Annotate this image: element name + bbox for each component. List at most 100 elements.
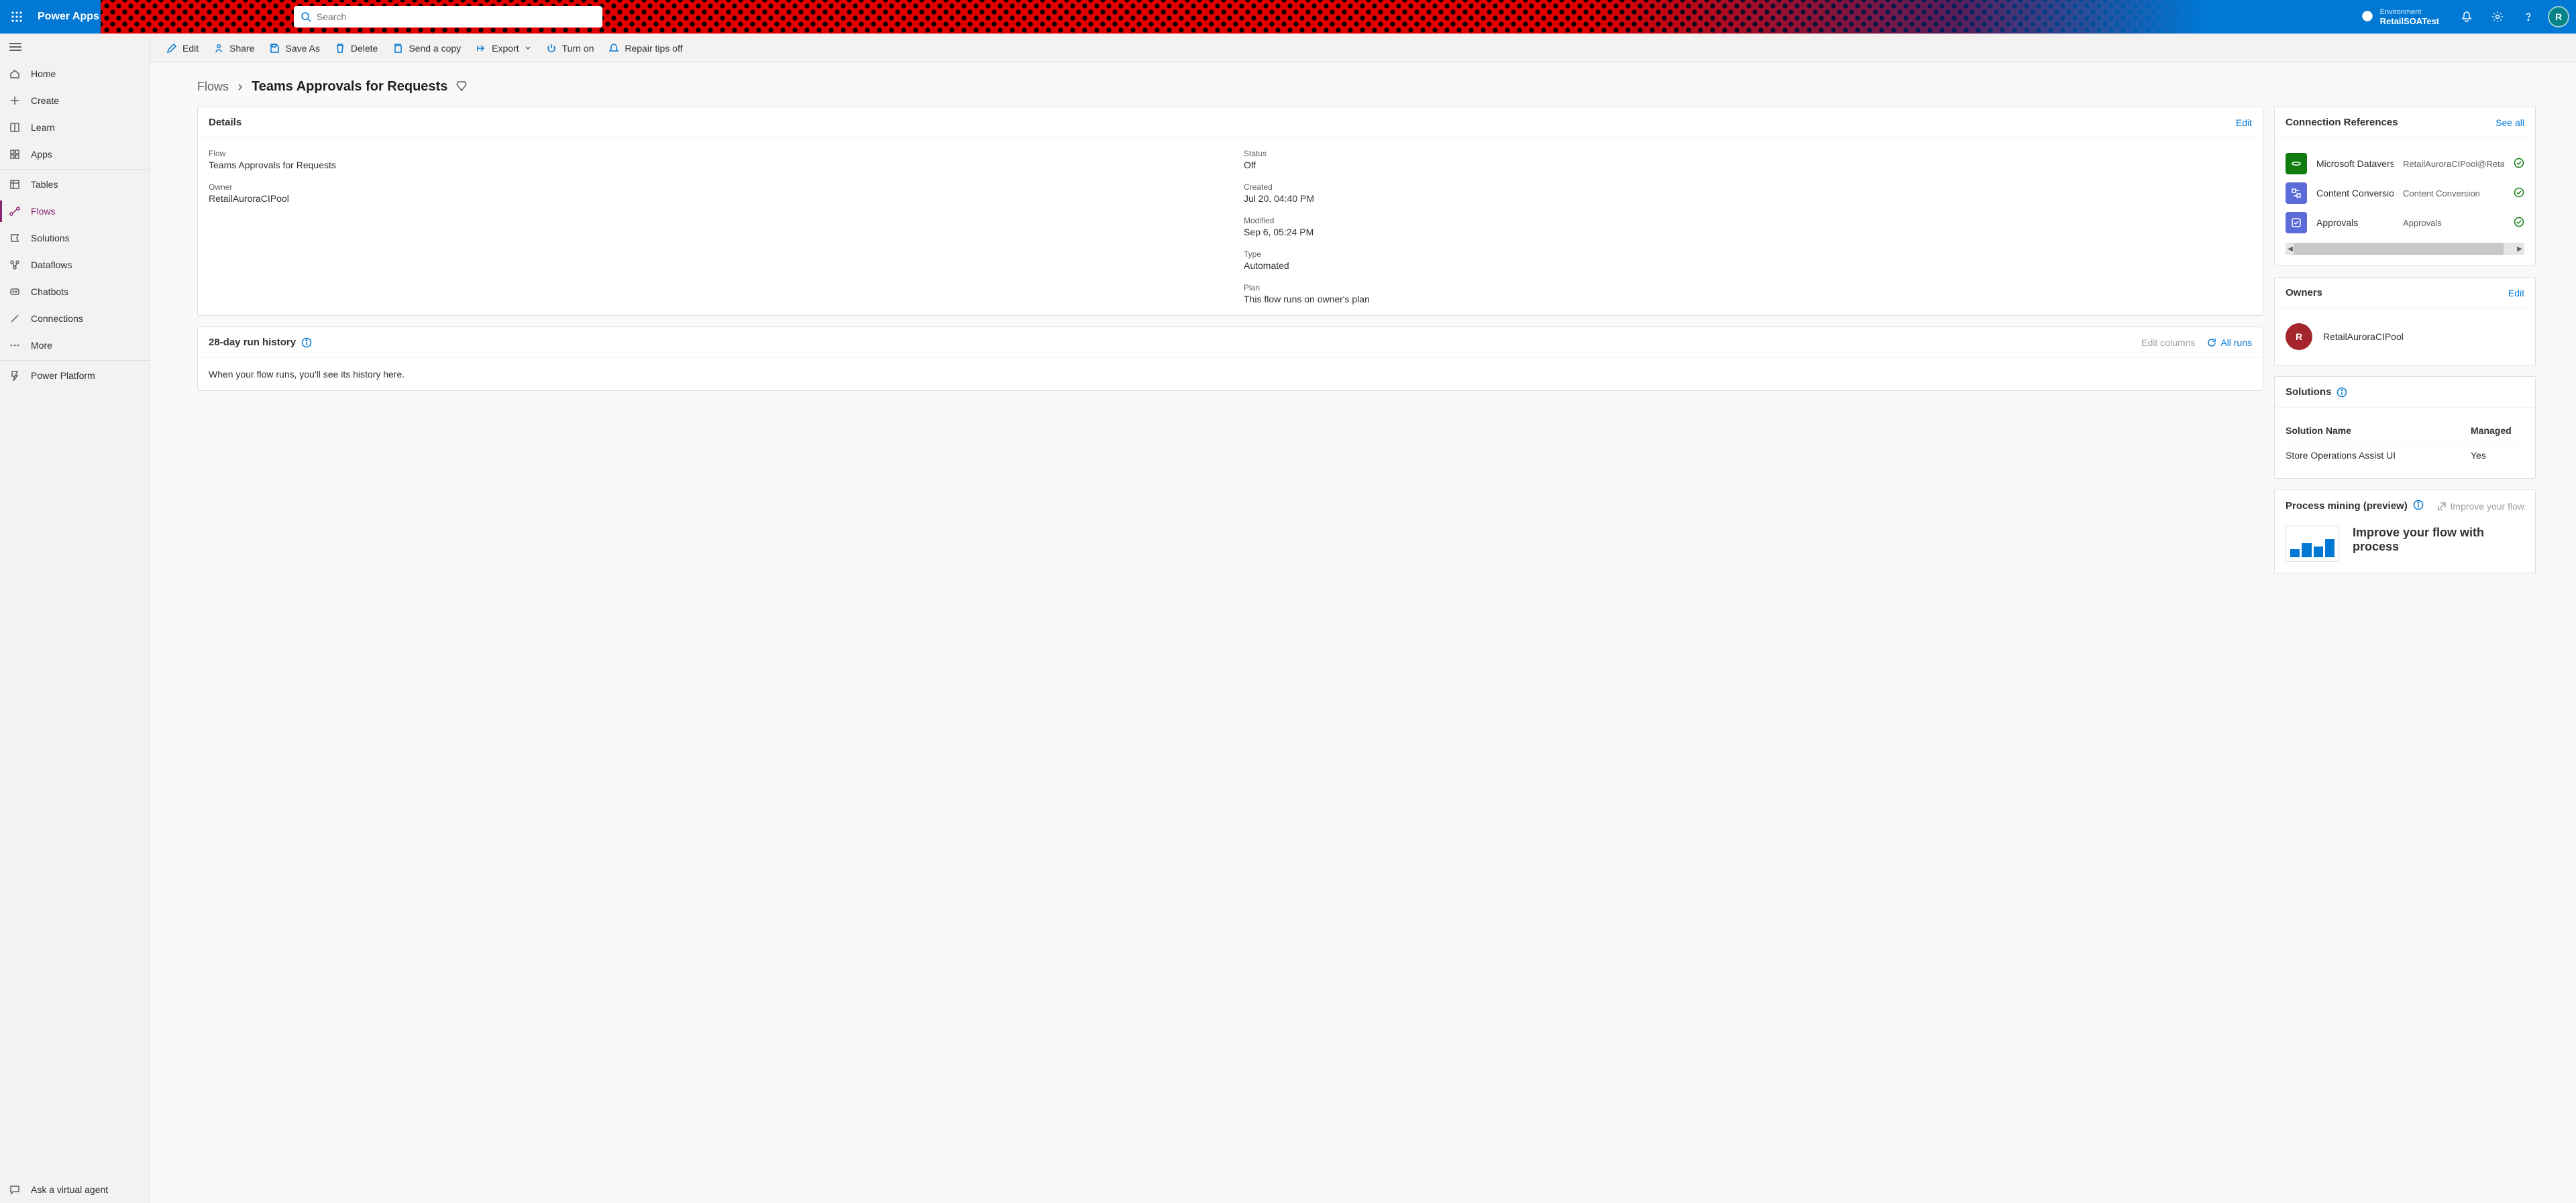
nav-apps[interactable]: Apps	[0, 141, 150, 168]
help-button[interactable]	[2513, 0, 2544, 34]
notifications-button[interactable]	[2451, 0, 2482, 34]
connections-card: Connection References See all Microsoft …	[2274, 107, 2536, 266]
cmd-delete[interactable]: Delete	[335, 43, 378, 54]
owners-edit-link[interactable]: Edit	[2508, 288, 2524, 298]
main-column: Details Edit Flow Teams Approvals for	[197, 107, 2263, 391]
solutions-header: Solutions	[2275, 377, 2535, 408]
side-column: Connection References See all Microsoft …	[2274, 107, 2536, 573]
nav-connections[interactable]: Connections	[0, 305, 150, 332]
field-status: Status Off	[1244, 149, 2252, 170]
brand-label[interactable]: Power Apps	[34, 11, 113, 23]
nav-power-platform[interactable]: Power Platform	[0, 362, 150, 389]
field-flow: Flow Teams Approvals for Requests	[209, 149, 1217, 170]
chevron-down-icon	[525, 43, 531, 54]
col-managed[interactable]: Managed	[2471, 425, 2524, 436]
improve-flow-link[interactable]: Improve your flow	[2437, 501, 2524, 512]
nav-apps-label: Apps	[31, 149, 52, 160]
all-runs-link[interactable]: All runs	[2207, 337, 2252, 348]
diamond-icon	[455, 80, 468, 94]
nav-learn[interactable]: Learn	[0, 114, 150, 141]
field-owner: Owner RetailAuroraCIPool	[209, 182, 1217, 204]
nav-home[interactable]: Home	[0, 60, 150, 87]
breadcrumb-root[interactable]: Flows	[197, 80, 229, 94]
solution-row[interactable]: Store Operations Assist UI Yes	[2286, 443, 2524, 467]
history-card: 28-day run history Edit columns All runs	[197, 327, 2263, 391]
connection-name: Microsoft Dataverse	[2316, 158, 2394, 169]
solutions-title: Solutions	[2286, 386, 2331, 398]
user-avatar[interactable]: R	[2548, 6, 2569, 27]
details-col-left: Flow Teams Approvals for Requests Owner …	[209, 149, 1217, 304]
nav-more[interactable]: More	[0, 332, 150, 359]
scroll-right-arrow[interactable]: ▶	[2515, 243, 2524, 255]
environment-text: Environment RetailSOATest	[2380, 8, 2439, 26]
search-box[interactable]	[294, 6, 602, 27]
cmd-save-as-label: Save As	[285, 43, 319, 54]
info-icon[interactable]	[301, 337, 312, 348]
connection-row[interactable]: Content Conversion Content Conversion	[2286, 178, 2524, 208]
home-icon	[8, 68, 21, 79]
owners-header: Owners Edit	[2275, 278, 2535, 308]
owner-name: RetailAuroraCIPool	[2323, 331, 2404, 342]
field-type-label: Type	[1244, 249, 2252, 259]
field-modified: Modified Sep 6, 05:24 PM	[1244, 216, 2252, 237]
owner-row[interactable]: R RetailAuroraCIPool	[2286, 319, 2524, 354]
solutions-column-headers: Solution Name Managed	[2286, 418, 2524, 443]
app-launcher-button[interactable]	[0, 0, 34, 34]
col-solution-name[interactable]: Solution Name	[2286, 425, 2471, 436]
bell-icon	[2461, 11, 2473, 23]
apps-icon	[8, 149, 21, 160]
cmd-export[interactable]: Export	[476, 43, 531, 54]
edit-columns-link[interactable]: Edit columns	[2141, 337, 2195, 348]
more-icon	[8, 340, 21, 351]
connections-body: Microsoft Dataverse RetailAuroraCIPool@R…	[2275, 138, 2535, 266]
connection-row[interactable]: Microsoft Dataverse RetailAuroraCIPool@R…	[2286, 149, 2524, 178]
breadcrumb: Flows Teams Approvals for Requests	[197, 79, 2536, 95]
nav-flows[interactable]: Flows	[0, 198, 150, 225]
connections-see-all-link[interactable]: See all	[2496, 117, 2524, 128]
breadcrumb-current: Teams Approvals for Requests	[252, 79, 447, 95]
settings-button[interactable]	[2482, 0, 2513, 34]
nav-spacer	[0, 389, 150, 1176]
environment-picker[interactable]: Environment RetailSOATest	[2349, 8, 2451, 26]
conversion-icon	[2286, 182, 2307, 204]
search-wrap	[294, 6, 602, 27]
nav-tables[interactable]: Tables	[0, 171, 150, 198]
nav-ask-agent[interactable]: Ask a virtual agent	[0, 1176, 150, 1203]
search-icon	[301, 11, 311, 22]
search-input[interactable]	[317, 11, 596, 22]
export-icon	[476, 43, 486, 54]
nav-collapse-button[interactable]	[0, 34, 150, 60]
nav-dataflows-label: Dataflows	[31, 260, 72, 270]
owners-body: R RetailAuroraCIPool	[2275, 308, 2535, 365]
cmd-save-as[interactable]: Save As	[269, 43, 319, 54]
scrollbar-thumb[interactable]	[2294, 243, 2504, 255]
info-icon[interactable]	[2413, 500, 2424, 512]
field-plan-value: This flow runs on owner's plan	[1244, 294, 2252, 304]
cmd-repair[interactable]: Repair tips off	[608, 43, 682, 54]
columns: Details Edit Flow Teams Approvals for	[197, 107, 2536, 573]
details-card: Details Edit Flow Teams Approvals for	[197, 107, 2263, 316]
connections-header: Connection References See all	[2275, 107, 2535, 138]
connection-row[interactable]: Approvals Approvals	[2286, 208, 2524, 237]
cmd-turn-on[interactable]: Turn on	[546, 43, 594, 54]
nav-ask-agent-label: Ask a virtual agent	[31, 1184, 108, 1195]
cmd-send-copy[interactable]: Send a copy	[392, 43, 461, 54]
horizontal-scrollbar[interactable]: ◀ ▶	[2286, 243, 2524, 255]
cmd-edit[interactable]: Edit	[166, 43, 199, 54]
connection-sub: RetailAuroraCIPool@RetailCPO	[2403, 159, 2504, 169]
content-area: Flows Teams Approvals for Requests Detai…	[150, 63, 2576, 1203]
power-platform-icon	[8, 370, 21, 381]
chatbot-icon	[8, 286, 21, 297]
dataverse-icon	[2286, 153, 2307, 174]
nav-solutions[interactable]: Solutions	[0, 225, 150, 251]
details-col-right: Status Off Created Jul 20, 04:40 PM Modi…	[1244, 149, 2252, 304]
info-icon[interactable]	[2337, 387, 2347, 398]
cmd-share[interactable]: Share	[213, 43, 254, 54]
details-edit-link[interactable]: Edit	[2236, 117, 2252, 128]
field-created: Created Jul 20, 04:40 PM	[1244, 182, 2252, 204]
nav-dataflows[interactable]: Dataflows	[0, 251, 150, 278]
nav-chatbots[interactable]: Chatbots	[0, 278, 150, 305]
chat-icon	[8, 1184, 21, 1195]
nav-create[interactable]: Create	[0, 87, 150, 114]
field-flow-label: Flow	[209, 149, 1217, 158]
